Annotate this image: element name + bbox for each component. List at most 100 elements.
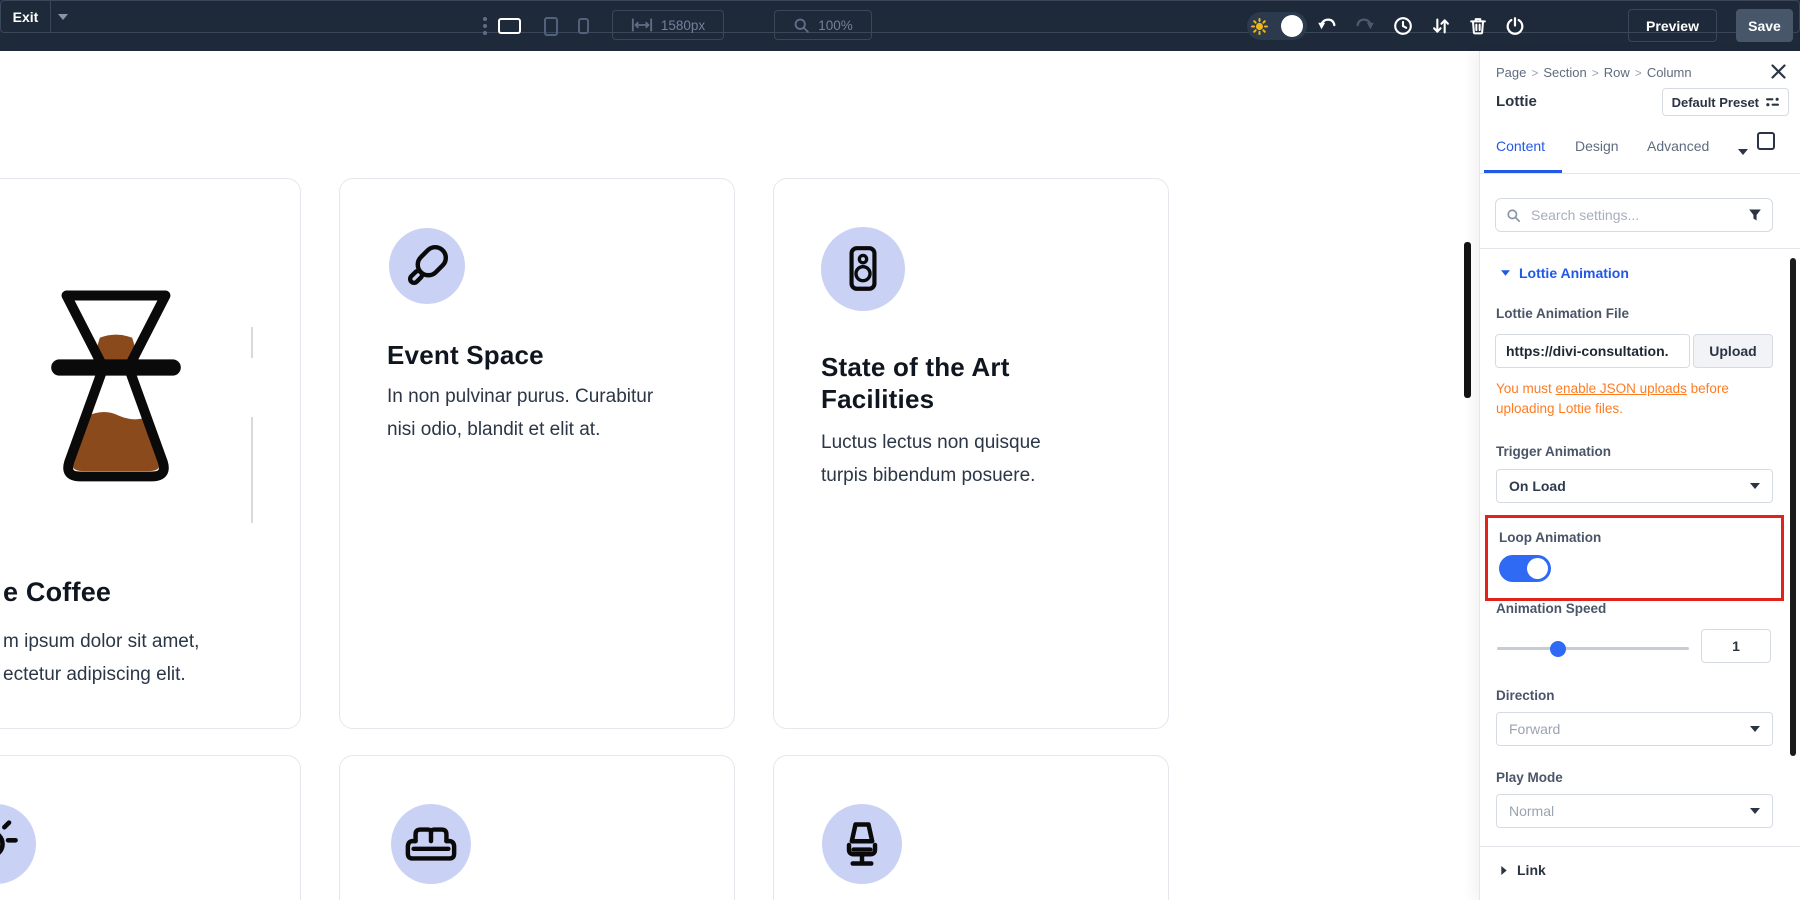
blurb-card-couch[interactable]	[339, 755, 735, 900]
play-mode-select[interactable]: Normal	[1496, 794, 1773, 828]
toolbar-options-menu[interactable]	[472, 13, 498, 39]
expand-panel-button[interactable]	[1757, 132, 1775, 150]
card-body-line: nisi odio, blandit et elit at.	[387, 419, 600, 441]
default-preset-button[interactable]: Default Preset	[1662, 88, 1789, 116]
redo-icon	[1354, 15, 1376, 37]
column-edge-tick	[251, 417, 253, 523]
tab-overflow-button[interactable]	[1738, 142, 1748, 160]
portability-button[interactable]	[1428, 13, 1454, 39]
exit-dropdown-button[interactable]	[50, 1, 74, 32]
trigger-animation-label: Trigger Animation	[1496, 444, 1611, 459]
breadcrumb-row[interactable]: Row	[1604, 65, 1630, 80]
card-body-line: turpis bibendum posuere.	[821, 465, 1035, 487]
play-mode-label: Play Mode	[1496, 770, 1563, 785]
divider	[1480, 846, 1800, 847]
animation-speed-slider-track[interactable]	[1497, 647, 1689, 650]
desktop-icon	[498, 18, 521, 34]
power-icon	[1504, 15, 1526, 37]
close-panel-button[interactable]	[1767, 60, 1789, 82]
chemex-coffee-maker-icon	[24, 282, 208, 489]
clock-icon	[1392, 15, 1414, 37]
tab-advanced[interactable]: Advanced	[1647, 138, 1709, 154]
couch-icon	[404, 817, 458, 871]
blurb-card-coffee[interactable]: e Coffee m ipsum dolor sit amet, ectetur…	[0, 178, 301, 729]
canvas-scrollbar[interactable]	[1464, 242, 1471, 398]
filter-funnel-icon[interactable]	[1748, 208, 1762, 222]
chevron-down-icon	[1750, 808, 1760, 814]
zoom-level-value: 100%	[818, 18, 853, 33]
settings-search-input[interactable]	[1529, 206, 1740, 224]
icon-circle	[391, 804, 471, 884]
icon-circle	[389, 228, 465, 304]
card-heading: e Coffee	[3, 577, 111, 608]
canvas-width-field[interactable]: 1580px	[612, 10, 724, 40]
animation-speed-value-input[interactable]	[1701, 629, 1771, 663]
exit-button-group: Exit	[0, 0, 1800, 33]
search-icon	[1506, 208, 1521, 223]
lottie-animation-section-toggle[interactable]: Lottie Animation	[1501, 265, 1629, 281]
chevron-down-icon	[1750, 483, 1760, 489]
json-upload-warning: You must enable JSON uploads before uplo…	[1496, 379, 1786, 418]
canvas-width-value: 1580px	[661, 18, 705, 33]
undo-button[interactable]	[1314, 13, 1340, 39]
redo-button[interactable]	[1352, 13, 1378, 39]
divider	[1480, 248, 1800, 249]
trash-icon	[1467, 15, 1489, 37]
undo-icon	[1316, 15, 1338, 37]
builder-theme-toggle[interactable]	[1247, 12, 1307, 40]
loop-animation-toggle[interactable]	[1499, 555, 1551, 582]
trigger-animation-select[interactable]: On Load	[1496, 469, 1773, 503]
direction-select[interactable]: Forward	[1496, 712, 1773, 746]
save-button[interactable]: Save	[1736, 9, 1793, 42]
tablet-view-button[interactable]	[538, 13, 564, 39]
breadcrumb-page[interactable]: Page	[1496, 65, 1526, 80]
zoom-level-field[interactable]: 100%	[774, 10, 872, 40]
triangle-right-icon	[1501, 866, 1507, 875]
card-body-line: m ipsum dolor sit amet,	[3, 631, 199, 653]
exit-button[interactable]: Exit	[1, 1, 50, 32]
triangle-down-icon	[1501, 270, 1510, 276]
animation-speed-slider-knob[interactable]	[1550, 641, 1566, 657]
breadcrumb: Page > Section > Row > Column	[1496, 65, 1692, 80]
enable-json-uploads-link[interactable]: enable JSON uploads	[1556, 381, 1687, 396]
breadcrumb-section[interactable]: Section	[1543, 65, 1586, 80]
up-down-arrows-icon	[1430, 15, 1452, 37]
divi-visual-builder: 1580px 100%	[0, 0, 1800, 900]
width-arrows-icon	[631, 17, 653, 33]
divider	[1480, 173, 1800, 174]
blurb-card-event-space[interactable]: Event Space In non pulvinar purus. Curab…	[339, 178, 735, 729]
close-icon	[1771, 64, 1786, 79]
speaker-icon	[837, 243, 889, 295]
history-button[interactable]	[1390, 13, 1416, 39]
office-chair-icon	[836, 818, 888, 870]
blurb-card-facilities[interactable]: State of the ArtFacilities Luctus lectus…	[773, 178, 1169, 729]
upload-button[interactable]: Upload	[1693, 334, 1773, 368]
blurb-card-lightbulb[interactable]	[0, 755, 301, 900]
tab-content[interactable]: Content	[1496, 138, 1545, 154]
card-body-line: Luctus lectus non quisque	[821, 432, 1041, 454]
lottie-file-url-input[interactable]	[1495, 334, 1690, 368]
preview-button[interactable]: Preview	[1628, 9, 1717, 42]
sun-icon	[1251, 18, 1268, 35]
card-heading: Event Space	[387, 340, 544, 371]
blurb-card-office-chair[interactable]	[773, 755, 1169, 900]
vertical-dots-icon	[483, 17, 487, 35]
chevron-down-icon	[1738, 149, 1748, 155]
phone-view-button[interactable]	[570, 13, 596, 39]
tablet-icon	[544, 17, 558, 36]
preset-icon	[1766, 96, 1779, 108]
builder-toolbar: 1580px 100%	[0, 0, 1800, 51]
power-button[interactable]	[1502, 13, 1528, 39]
desktop-view-button[interactable]	[496, 13, 522, 39]
delete-button[interactable]	[1465, 13, 1491, 39]
icon-circle	[821, 227, 905, 311]
panel-title: Lottie	[1496, 93, 1537, 110]
tab-design[interactable]: Design	[1575, 138, 1619, 154]
link-section-toggle[interactable]: Link	[1501, 862, 1546, 878]
panel-scrollbar[interactable]	[1790, 258, 1796, 756]
icon-circle	[0, 804, 36, 884]
breadcrumb-column[interactable]: Column	[1647, 65, 1692, 80]
settings-search[interactable]	[1495, 198, 1773, 232]
direction-label: Direction	[1496, 688, 1555, 703]
module-settings-panel: Page > Section > Row > Column Lottie Def…	[1479, 51, 1800, 900]
